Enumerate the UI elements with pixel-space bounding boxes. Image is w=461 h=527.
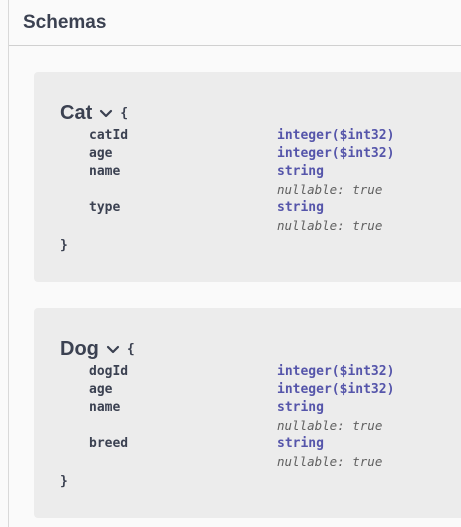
property-name: breed — [89, 436, 129, 451]
close-brace: } — [60, 474, 68, 489]
property-name: dogId — [89, 364, 129, 379]
property-type: integer($int32) — [277, 382, 395, 397]
property-type: string — [277, 436, 324, 451]
property-nullable: nullable: true — [277, 418, 383, 433]
open-brace: { — [120, 106, 129, 121]
property-nullable: nullable: true — [277, 454, 383, 469]
close-brace: } — [60, 238, 68, 253]
property-type: string — [277, 400, 324, 415]
schemas-section: Schemas Cat { catId integer($int32) age … — [8, 0, 461, 527]
section-title: Schemas — [23, 11, 107, 33]
chevron-down-icon[interactable] — [105, 342, 121, 358]
property-type: integer($int32) — [277, 364, 395, 379]
model-cat: Cat { catId integer($int32) age integer(… — [34, 72, 461, 282]
property-name: type — [89, 200, 121, 215]
open-brace: { — [126, 342, 135, 357]
model-dog: Dog { dogId integer($int32) age integer(… — [34, 308, 461, 518]
property-type: integer($int32) — [277, 146, 395, 161]
property-name: age — [89, 146, 113, 161]
model-name[interactable]: Dog — [60, 338, 99, 361]
property-type: string — [277, 200, 324, 215]
property-nullable: nullable: true — [277, 182, 383, 197]
model-header[interactable]: Dog { — [60, 338, 135, 361]
property-name: catId — [89, 128, 129, 143]
property-name: name — [89, 400, 121, 415]
property-type: string — [277, 164, 324, 179]
property-name: age — [89, 382, 113, 397]
property-name: name — [89, 164, 121, 179]
property-nullable: nullable: true — [277, 218, 383, 233]
model-header[interactable]: Cat { — [60, 102, 128, 125]
model-name[interactable]: Cat — [60, 102, 92, 125]
schemas-header[interactable]: Schemas — [9, 0, 461, 46]
chevron-down-icon[interactable] — [98, 106, 114, 122]
property-type: integer($int32) — [277, 128, 395, 143]
